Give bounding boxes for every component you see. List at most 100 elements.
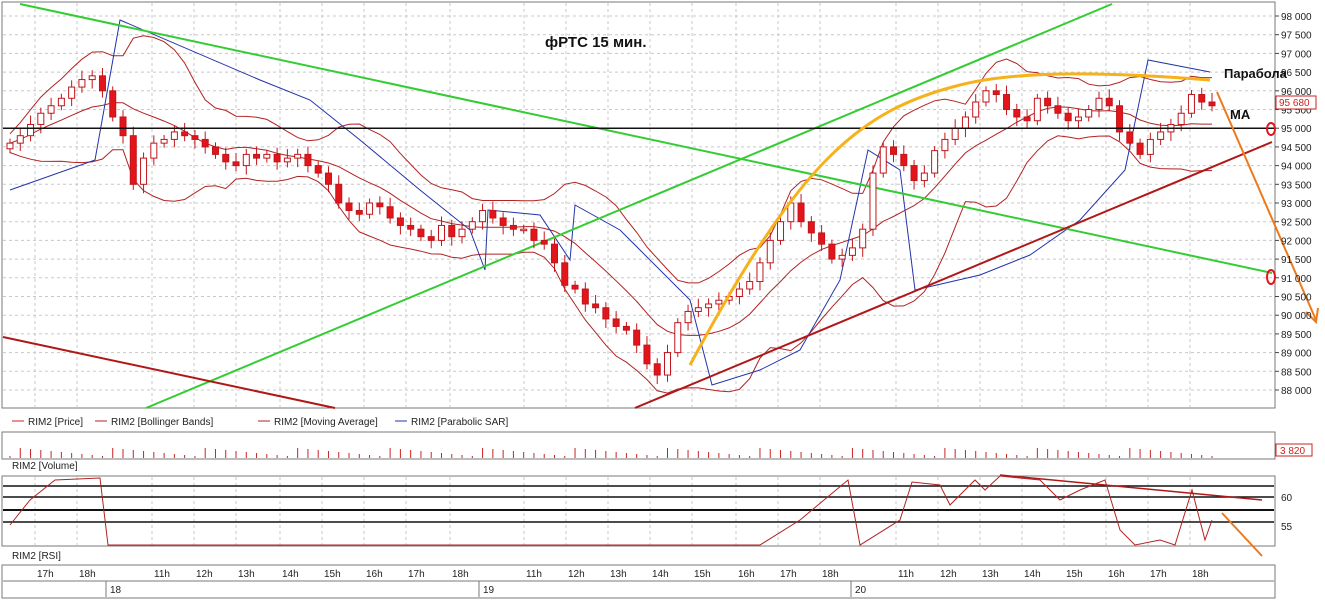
candle-body bbox=[951, 127, 959, 140]
hour-label: 17h bbox=[780, 569, 797, 580]
candle-body bbox=[581, 288, 589, 305]
candle-body bbox=[1187, 94, 1195, 114]
candle-body bbox=[294, 153, 302, 159]
candle-body bbox=[160, 138, 168, 144]
candle-body bbox=[355, 209, 363, 215]
candle-body bbox=[838, 254, 846, 260]
candle-body bbox=[6, 142, 14, 150]
candle-body bbox=[1157, 131, 1165, 140]
price-tick-label: 91 500 bbox=[1281, 255, 1312, 266]
candle-body bbox=[181, 131, 189, 137]
hour-label: 16h bbox=[366, 569, 383, 580]
price-tick-label: 93 500 bbox=[1281, 180, 1312, 191]
annotation-parabola: Парабола bbox=[1224, 66, 1288, 81]
legend-label: RIM2 [Parabolic SAR] bbox=[411, 417, 508, 428]
candle-body bbox=[592, 303, 600, 309]
candle-body bbox=[859, 228, 867, 249]
candle-body bbox=[109, 90, 117, 118]
chart-canvas: 98 00097 50097 00096 50096 00095 50095 0… bbox=[0, 0, 1325, 600]
hour-label: 11h bbox=[154, 569, 170, 580]
candle-body bbox=[653, 363, 661, 376]
candle-body bbox=[283, 157, 291, 163]
candle-body bbox=[232, 161, 240, 167]
candle-body bbox=[129, 135, 137, 185]
candle-body bbox=[1013, 109, 1021, 118]
candle-body bbox=[253, 153, 261, 159]
rsi-tick-55: 55 bbox=[1281, 522, 1293, 533]
candle-body bbox=[571, 284, 579, 290]
price-tick-label: 90 000 bbox=[1281, 311, 1312, 322]
candle-body bbox=[1074, 116, 1082, 122]
candle-body bbox=[437, 224, 445, 241]
rsi-tick-60: 60 bbox=[1281, 493, 1293, 504]
hour-label: 18h bbox=[1192, 569, 1209, 580]
candle-body bbox=[366, 202, 374, 215]
volume-last-label: 3 820 bbox=[1280, 446, 1305, 457]
candle-body bbox=[427, 236, 435, 241]
price-tick-label: 90 500 bbox=[1281, 293, 1312, 304]
candle-body bbox=[602, 307, 610, 320]
candle-body bbox=[684, 310, 692, 324]
candle-body bbox=[222, 153, 230, 163]
volume-title: RIM2 [Volume] bbox=[12, 461, 78, 472]
candle-body bbox=[1085, 109, 1093, 118]
price-tick-label: 89 000 bbox=[1281, 349, 1312, 360]
candle-body bbox=[396, 217, 404, 226]
candle-body bbox=[468, 221, 476, 230]
candle-body bbox=[612, 318, 620, 327]
candle-body bbox=[961, 116, 969, 129]
candle-body bbox=[550, 243, 558, 264]
price-panel bbox=[1, 1, 1276, 409]
candle-body bbox=[766, 239, 774, 264]
candle-body bbox=[1198, 94, 1206, 103]
hour-label: 18h bbox=[822, 569, 839, 580]
candle-body bbox=[57, 97, 65, 107]
candle-body bbox=[417, 228, 425, 238]
candle-body bbox=[694, 307, 702, 312]
hour-label: 13h bbox=[610, 569, 627, 580]
candle-body bbox=[931, 150, 939, 174]
price-tick-label: 88 500 bbox=[1281, 367, 1312, 378]
price-tick-label: 93 000 bbox=[1281, 199, 1312, 210]
candle-body bbox=[869, 172, 877, 230]
candle-body bbox=[211, 146, 219, 155]
hour-label: 13h bbox=[982, 569, 999, 580]
candle-body bbox=[920, 172, 928, 182]
candle-body bbox=[848, 247, 856, 256]
candle-body bbox=[1126, 131, 1134, 144]
rsi-title: RIM2 [RSI] bbox=[12, 551, 61, 562]
candle-body bbox=[941, 138, 949, 152]
candle-body bbox=[818, 232, 826, 245]
candle-body bbox=[1105, 97, 1113, 107]
candle-body bbox=[735, 288, 743, 297]
candle-body bbox=[27, 123, 35, 137]
candle-body bbox=[191, 135, 199, 140]
candle-body bbox=[263, 153, 271, 159]
candle-body bbox=[777, 221, 785, 241]
price-tick-label: 92 500 bbox=[1281, 218, 1312, 229]
legend-label: RIM2 [Bollinger Bands] bbox=[111, 417, 213, 428]
price-tick-label: 97 500 bbox=[1281, 31, 1312, 42]
legend-label: RIM2 [Moving Average] bbox=[274, 417, 378, 428]
price-tick-label: 95 000 bbox=[1281, 124, 1312, 135]
price-tick-label: 94 000 bbox=[1281, 162, 1312, 173]
day-label: 18 bbox=[110, 585, 122, 596]
candle-body bbox=[324, 172, 332, 185]
candle-body bbox=[622, 325, 630, 331]
candle-body bbox=[78, 79, 86, 88]
candle-body bbox=[201, 138, 209, 148]
candle-body bbox=[1146, 138, 1154, 155]
candle-body bbox=[68, 86, 76, 99]
day-label: 20 bbox=[855, 585, 867, 596]
candle-body bbox=[828, 243, 836, 260]
candle-body bbox=[540, 239, 548, 245]
hour-label: 13h bbox=[238, 569, 255, 580]
price-tick-label: 89 500 bbox=[1281, 330, 1312, 341]
hour-label: 18h bbox=[79, 569, 96, 580]
candle-body bbox=[1044, 97, 1052, 107]
candle-body bbox=[16, 135, 24, 144]
hour-label: 18h bbox=[452, 569, 469, 580]
price-tick-label: 97 000 bbox=[1281, 49, 1312, 60]
legend-label: RIM2 [Price] bbox=[28, 417, 83, 428]
price-tick-label: 98 000 bbox=[1281, 12, 1312, 23]
